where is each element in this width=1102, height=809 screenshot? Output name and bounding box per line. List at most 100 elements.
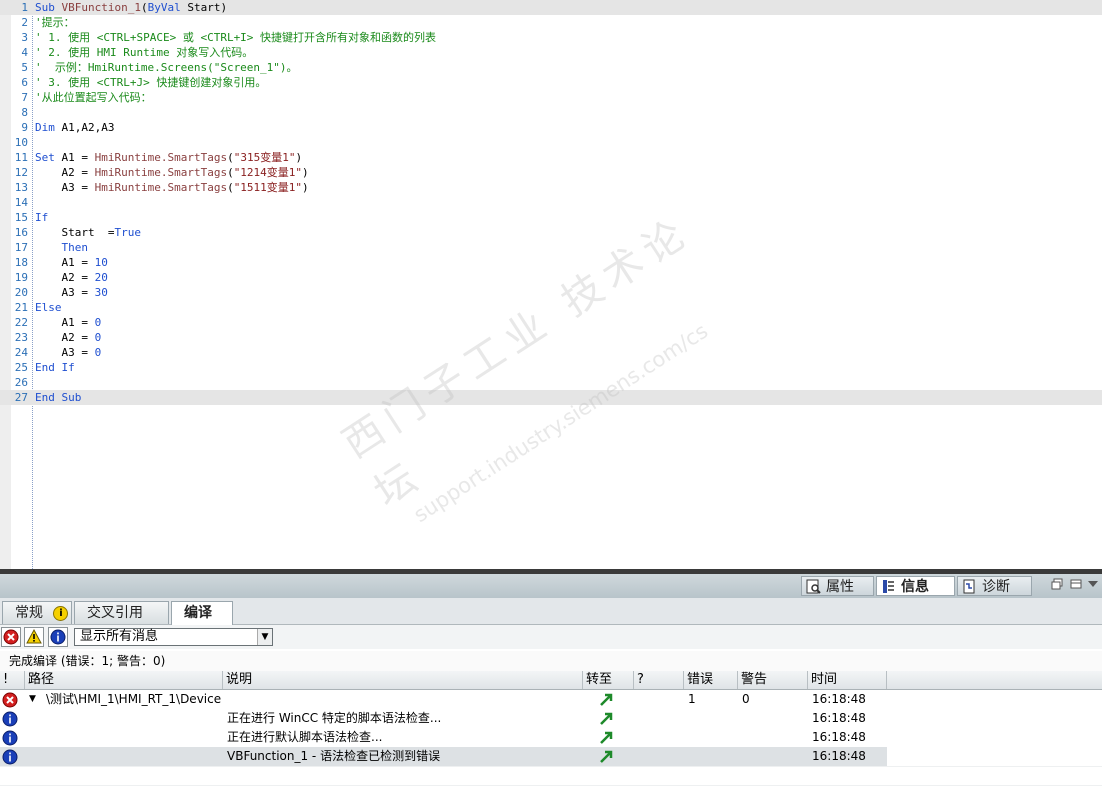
- tab-cross-reference[interactable]: 交叉引用: [74, 601, 169, 624]
- cell-errors: 1: [688, 692, 696, 706]
- restore-window-icon[interactable]: [1051, 578, 1063, 590]
- line-code[interactable]: A1 = 10: [35, 255, 107, 270]
- line-number: 25: [14, 361, 28, 374]
- code-line[interactable]: 22 A1 = 0: [0, 315, 1102, 330]
- panel-layout-icon[interactable]: [1070, 578, 1082, 590]
- line-code[interactable]: ' 示例：HmiRuntime.Screens("Screen_1")。: [35, 60, 298, 75]
- code-line[interactable]: 7 '从此位置起写入代码：: [0, 90, 1102, 105]
- code-line[interactable]: 21 Else: [0, 300, 1102, 315]
- line-code[interactable]: Start =True: [35, 225, 141, 240]
- line-code[interactable]: If: [35, 210, 48, 225]
- collapse-panel-icon[interactable]: [1087, 578, 1099, 590]
- code-line[interactable]: 12 A2 = HmiRuntime.SmartTags("1214变量1"): [0, 165, 1102, 180]
- tab-properties[interactable]: 属性: [801, 576, 874, 596]
- line-code[interactable]: Else: [35, 300, 62, 315]
- line-code[interactable]: Then: [35, 240, 89, 255]
- line-code[interactable]: A2 = 20: [35, 270, 107, 285]
- code-line[interactable]: 17 Then: [0, 240, 1102, 255]
- line-code[interactable]: End If: [35, 360, 75, 375]
- cell-path: [46, 728, 221, 747]
- line-code[interactable]: A3 = 0: [35, 345, 101, 360]
- goto-arrow-icon[interactable]: [600, 712, 613, 725]
- empty-row: [0, 766, 1102, 786]
- code-line[interactable]: 2 '提示：: [0, 15, 1102, 30]
- tab-general[interactable]: 常规 i: [2, 601, 72, 624]
- col-header-goto[interactable]: 转至: [583, 671, 634, 689]
- code-line[interactable]: 16 Start =True: [0, 225, 1102, 240]
- code-line[interactable]: 26: [0, 375, 1102, 390]
- line-number: 10: [14, 136, 28, 149]
- col-header-path[interactable]: 路径: [25, 671, 223, 689]
- cell-description: VBFunction_1 - 语法检查已检测到错误: [227, 749, 441, 763]
- cell-time: 16:18:48: [812, 692, 866, 706]
- code-line[interactable]: 25 End If: [0, 360, 1102, 375]
- table-row[interactable]: 正在进行默认脚本语法检查... 16:18:48: [0, 728, 1102, 747]
- code-line[interactable]: 5 ' 示例：HmiRuntime.Screens("Screen_1")。: [0, 60, 1102, 75]
- error-icon: [2, 692, 18, 708]
- col-header-time[interactable]: 时间: [808, 671, 887, 689]
- goto-arrow-icon[interactable]: [600, 731, 613, 744]
- code-line[interactable]: 15 If: [0, 210, 1102, 225]
- table-row[interactable]: 正在进行 WinCC 特定的脚本语法检查... 16:18:48: [0, 709, 1102, 728]
- line-code[interactable]: '从此位置起写入代码：: [35, 90, 152, 105]
- code-line[interactable]: 4 ' 2. 使用 HMI Runtime 对象写入代码。: [0, 45, 1102, 60]
- line-code[interactable]: A2 = HmiRuntime.SmartTags("1214变量1"): [35, 165, 308, 180]
- line-code[interactable]: A1 = 0: [35, 315, 101, 330]
- col-header-warnings[interactable]: 警告: [738, 671, 808, 689]
- tab-diagnostics[interactable]: 诊断: [957, 576, 1032, 596]
- code-line[interactable]: 13 A3 = HmiRuntime.SmartTags("1511变量1"): [0, 180, 1102, 195]
- chevron-down-icon[interactable]: ▼: [257, 629, 272, 645]
- code-line[interactable]: 19 A2 = 20: [0, 270, 1102, 285]
- code-line[interactable]: 10: [0, 135, 1102, 150]
- line-number: 22: [14, 316, 28, 329]
- show-warnings-button[interactable]: [24, 627, 44, 647]
- line-code[interactable]: ' 1. 使用 <CTRL+SPACE> 或 <CTRL+I> 快捷键打开含所有…: [35, 30, 436, 45]
- line-code[interactable]: A2 = 0: [35, 330, 101, 345]
- cell-warnings: [742, 747, 806, 766]
- col-header-errors[interactable]: 错误: [684, 671, 738, 689]
- code-line[interactable]: 6 ' 3. 使用 <CTRL+J> 快捷键创建对象引用。: [0, 75, 1102, 90]
- code-line[interactable]: 3 ' 1. 使用 <CTRL+SPACE> 或 <CTRL+I> 快捷键打开含所…: [0, 30, 1102, 45]
- script-editor[interactable]: 1 Sub VBFunction_1(ByVal Start) 2 '提示： 3 ' 1.…: [0, 0, 1102, 569]
- code-line[interactable]: 11 Set A1 = HmiRuntime.SmartTags("315变量1"…: [0, 150, 1102, 165]
- message-filter-select[interactable]: 显示所有消息 ▼: [74, 628, 273, 646]
- show-errors-button[interactable]: [1, 627, 21, 647]
- line-code[interactable]: Set A1 = HmiRuntime.SmartTags("315变量1"): [35, 150, 302, 165]
- line-number: 9: [21, 121, 28, 134]
- show-info-button[interactable]: [48, 627, 68, 647]
- code-line[interactable]: 18 A1 = 10: [0, 255, 1102, 270]
- line-code[interactable]: ' 3. 使用 <CTRL+J> 快捷键创建对象引用。: [35, 75, 266, 90]
- line-code[interactable]: A3 = HmiRuntime.SmartTags("1511变量1"): [35, 180, 308, 195]
- cell-warnings: [742, 709, 806, 728]
- goto-arrow-icon[interactable]: [600, 693, 613, 706]
- code-line[interactable]: 8: [0, 105, 1102, 120]
- code-line[interactable]: 23 A2 = 0: [0, 330, 1102, 345]
- col-header-description[interactable]: 说明: [223, 671, 583, 689]
- general-warning-icon: i: [53, 605, 69, 621]
- code-line[interactable]: 27 End Sub: [0, 390, 1102, 405]
- empty-row: [0, 785, 1102, 805]
- col-header-help[interactable]: ?: [634, 671, 684, 689]
- line-number: 23: [14, 331, 28, 344]
- cell-warnings: [742, 728, 806, 747]
- line-code[interactable]: ' 2. 使用 HMI Runtime 对象写入代码。: [35, 45, 253, 60]
- code-line[interactable]: 1 Sub VBFunction_1(ByVal Start): [0, 0, 1102, 15]
- line-code[interactable]: '提示：: [35, 15, 75, 30]
- line-number: 13: [14, 181, 28, 194]
- table-row[interactable]: VBFunction_1 - 语法检查已检测到错误 16:18:48: [0, 747, 1102, 766]
- code-line[interactable]: 9 Dim A1,A2,A3: [0, 120, 1102, 135]
- code-line[interactable]: 20 A3 = 30: [0, 285, 1102, 300]
- line-code[interactable]: A3 = 30: [35, 285, 107, 300]
- tab-info[interactable]: 信息 i: [876, 576, 955, 615]
- line-code[interactable]: Sub VBFunction_1(ByVal Start): [35, 0, 227, 15]
- line-code[interactable]: End Sub: [35, 390, 81, 405]
- tab-compile[interactable]: 编译: [171, 601, 233, 625]
- code-line[interactable]: 24 A3 = 0: [0, 345, 1102, 360]
- line-code[interactable]: Dim A1,A2,A3: [35, 120, 114, 135]
- error-filter-icon: [3, 629, 19, 645]
- table-row[interactable]: ▼ \测试\HMI_1\HMI_RT_1\Device\... 1 0 16:18:48: [0, 690, 1102, 709]
- expand-icon[interactable]: ▼: [29, 690, 36, 709]
- goto-arrow-icon[interactable]: [600, 750, 613, 763]
- code-line[interactable]: 14: [0, 195, 1102, 210]
- col-header-severity[interactable]: !: [0, 671, 25, 689]
